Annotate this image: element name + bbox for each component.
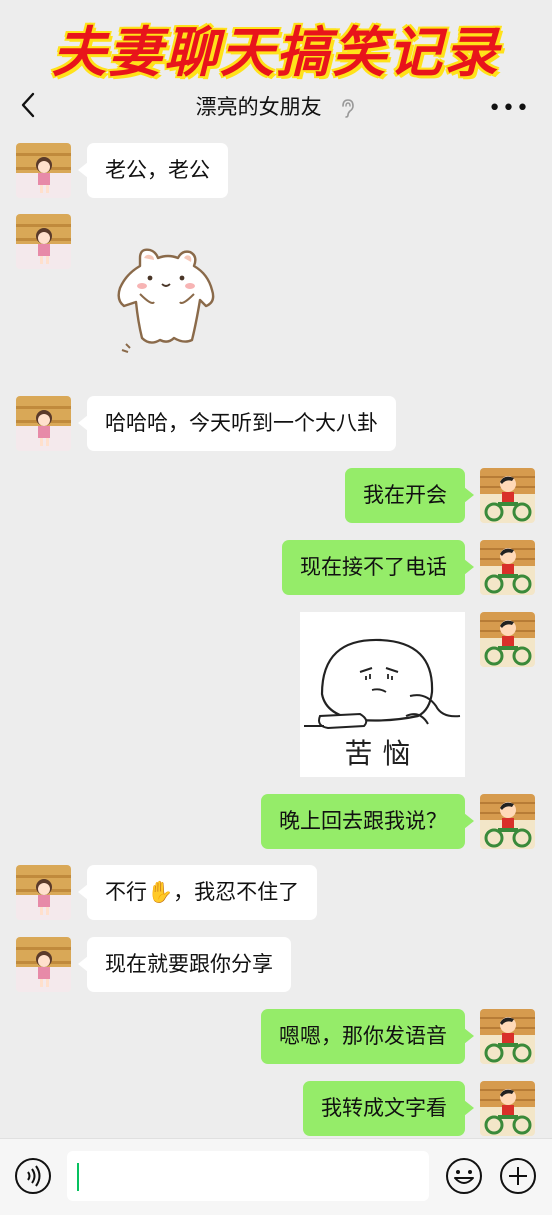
message-bubble[interactable]: 不行✋，我忍不住了 [77, 865, 318, 920]
message-bubble[interactable]: 现在就要跟你分享 [78, 937, 291, 992]
avatar-girlfriend[interactable] [16, 143, 71, 198]
message-bubble[interactable]: 我转成文字看 [303, 1081, 474, 1136]
ear-icon [342, 99, 355, 118]
avatar-me[interactable] [480, 1081, 535, 1136]
banner-title: 夫妻聊天搞笑记录 [51, 20, 500, 85]
message-text: ，我忍不住了 [173, 880, 300, 904]
more-icon[interactable]: ••• [488, 96, 530, 121]
chat-header: 漂亮的女朋友 ••• [0, 82, 552, 132]
message-text: 不行 [105, 880, 147, 904]
voice-icon[interactable] [14, 1157, 52, 1195]
message-text: 现在就要跟你分享 [105, 952, 273, 976]
sticker-caption: 苦恼 [344, 737, 421, 770]
title-banner: 夫妻聊天搞笑记录 [0, 0, 552, 85]
text-caret [77, 1163, 79, 1191]
avatar-girlfriend[interactable] [16, 214, 71, 269]
emoji-icon[interactable] [445, 1157, 483, 1195]
avatar-me[interactable] [480, 612, 535, 667]
avatar-me[interactable] [480, 540, 535, 595]
input-bar [0, 1138, 552, 1215]
avatar-girlfriend[interactable] [16, 937, 71, 992]
message-bubble[interactable]: 我在开会 [345, 468, 474, 523]
avatar-girlfriend[interactable] [16, 396, 71, 451]
avatar-me[interactable] [480, 794, 535, 849]
raised-hand-emoji: ✋ [147, 880, 174, 904]
message-input[interactable] [67, 1151, 429, 1201]
message-text: 哈哈哈，今天听到一个大八卦 [105, 411, 378, 435]
message-text: 现在接不了电话 [300, 555, 447, 579]
message-text: 我在开会 [363, 483, 447, 507]
message-bubble[interactable]: 现在接不了电话 [282, 540, 474, 595]
troubled-sticker[interactable]: 苦恼 [300, 612, 465, 777]
message-bubble[interactable]: 晚上回去跟我说？ [261, 794, 474, 849]
message-text: 我转成文字看 [321, 1096, 447, 1120]
chat-title: 漂亮的女朋友 [195, 95, 322, 119]
message-text: 嗯嗯，那你发语音 [279, 1024, 447, 1048]
avatar-me[interactable] [480, 1009, 535, 1064]
message-bubble[interactable]: 老公，老公 [78, 143, 228, 198]
chat-title-row: 漂亮的女朋友 [0, 91, 552, 121]
avatar-me[interactable] [480, 468, 535, 523]
message-bubble[interactable]: 嗯嗯，那你发语音 [261, 1009, 474, 1064]
message-bubble[interactable]: 哈哈哈，今天听到一个大八卦 [78, 396, 396, 451]
hamster-sticker[interactable] [112, 244, 222, 356]
plus-icon[interactable] [499, 1157, 537, 1195]
message-text: 老公，老公 [105, 158, 210, 182]
avatar-girlfriend[interactable] [16, 865, 71, 920]
message-text: 晚上回去跟我说？ [279, 809, 447, 833]
